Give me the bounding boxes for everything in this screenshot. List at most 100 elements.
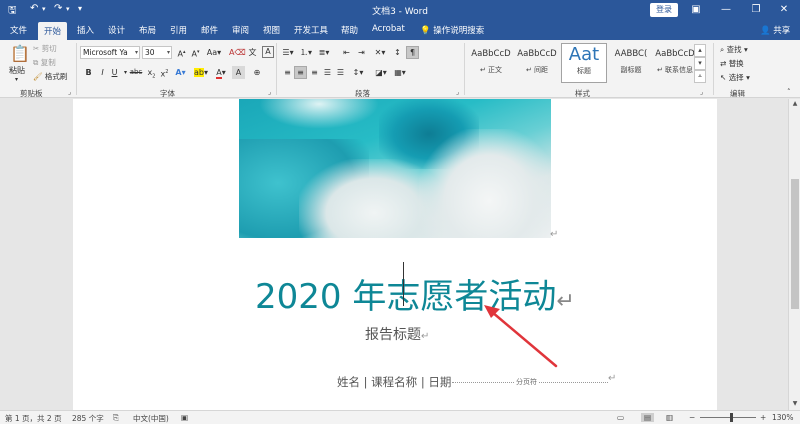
chinese-layout-icon[interactable]: ✕▾ (372, 46, 388, 59)
word-count[interactable]: 285 个字 (72, 413, 104, 424)
macro-record-icon[interactable]: ▣ (181, 413, 188, 422)
document-meta-line[interactable]: 姓名 | 课程名称 | 日期 (337, 374, 451, 390)
tab-design[interactable]: 设计 (108, 24, 125, 36)
change-case-icon[interactable]: Aa▾ (205, 46, 223, 59)
borders-icon[interactable]: ▦▾ (392, 66, 408, 79)
style-no-spacing[interactable]: AaBbCcD ↵ 间距 (514, 43, 560, 83)
align-right-icon[interactable]: ≡ (308, 66, 321, 79)
style-normal[interactable]: AaBbCcD ↵ 正文 (468, 43, 514, 83)
tab-home[interactable]: 开始 (38, 22, 68, 40)
zoom-slider[interactable] (700, 417, 756, 418)
web-layout-icon[interactable]: ▥ (666, 413, 673, 422)
tab-help[interactable]: 帮助 (341, 24, 358, 36)
zoom-level[interactable]: 130% (772, 413, 793, 422)
character-shading-icon[interactable]: A (232, 66, 245, 79)
align-left-icon[interactable]: ≡ (281, 66, 294, 79)
cover-image[interactable] (239, 99, 551, 238)
share-button[interactable]: 👤 共享 (760, 24, 790, 36)
vertical-scrollbar[interactable]: ▲ ▼ (788, 99, 800, 410)
gallery-scroll-down-icon[interactable]: ▾ (694, 57, 706, 70)
tell-me-search[interactable]: 💡 操作说明搜索 (420, 24, 484, 36)
proofing-icon[interactable]: ⎘ (113, 413, 119, 423)
text-effects-icon[interactable]: A▾ (174, 66, 187, 79)
paste-dropdown-icon[interactable]: ▾ (15, 76, 18, 83)
zoom-in-icon[interactable]: + (760, 413, 766, 422)
focus-mode-icon[interactable]: ▭ (617, 413, 624, 422)
styles-launcher-icon[interactable]: ⌟ (700, 88, 703, 96)
style-title[interactable]: Aat 标题 (561, 43, 607, 83)
gallery-scroll-up-icon[interactable]: ▴ (694, 44, 706, 57)
minimize-icon[interactable]: — (716, 2, 736, 18)
clear-formatting-icon[interactable]: A⌫ (229, 46, 246, 59)
bullets-icon[interactable]: ☰▾ (280, 46, 296, 59)
find-button[interactable]: ⌕ 查找 ▾ (720, 44, 748, 55)
character-border-icon[interactable]: A (262, 46, 274, 58)
document-page[interactable]: ↵ 2020 年志愿者活动↵ 报告标题↵ 姓名 | 课程名称 | 日期 分页符 … (73, 99, 717, 410)
numbering-icon[interactable]: ⒈▾ (298, 46, 314, 59)
redo-icon[interactable]: ↷ (54, 3, 62, 14)
save-icon[interactable]: 🖫 (8, 3, 17, 20)
login-button[interactable]: 登录 (650, 3, 678, 17)
font-name-combo[interactable]: Microsoft Ya ▾ (80, 46, 140, 59)
multilevel-list-icon[interactable]: ≣▾ (316, 46, 332, 59)
tab-insert[interactable]: 插入 (77, 24, 94, 36)
line-spacing-icon[interactable]: ↕▾ (350, 66, 366, 79)
replace-button[interactable]: ⇄ 替换 (720, 58, 744, 69)
show-formatting-marks-icon[interactable]: ¶ (406, 46, 419, 59)
shrink-font-icon[interactable]: A▾ (189, 46, 202, 59)
document-title[interactable]: 2020 年志愿者活动↵ (255, 269, 575, 318)
font-color-icon[interactable]: A▾ (212, 66, 230, 79)
clipboard-launcher-icon[interactable]: ⌟ (68, 88, 71, 96)
tab-mailings[interactable]: 邮件 (201, 24, 218, 36)
style-contact-info[interactable]: AaBbCcD ↵ 联系信息 (652, 43, 698, 83)
bold-icon[interactable]: B (82, 66, 95, 79)
format-painter-button[interactable]: 🖌 格式刷 (33, 71, 67, 82)
zoom-out-icon[interactable]: − (689, 413, 695, 422)
gallery-more-icon[interactable]: ⩡ (694, 70, 706, 83)
maximize-icon[interactable]: ❐ (746, 2, 766, 18)
scrollbar-thumb[interactable] (791, 179, 799, 309)
tab-file[interactable]: 文件 (10, 24, 27, 36)
justify-icon[interactable]: ☰ (321, 66, 334, 79)
scroll-up-icon[interactable]: ▲ (789, 99, 800, 109)
shading-icon[interactable]: ◪▾ (373, 66, 389, 79)
zoom-slider-thumb[interactable] (730, 413, 733, 422)
undo-dropdown-icon[interactable]: ▾ (42, 5, 46, 13)
tab-view[interactable]: 视图 (263, 24, 280, 36)
cut-button[interactable]: ✂ 剪切 (33, 43, 57, 54)
scroll-down-icon[interactable]: ▼ (789, 399, 800, 409)
font-size-combo[interactable]: 30 ▾ (142, 46, 172, 59)
grow-font-icon[interactable]: A▴ (175, 46, 188, 59)
align-center-icon[interactable]: ≡ (294, 66, 307, 79)
tab-developer[interactable]: 开发工具 (294, 24, 328, 36)
page-count[interactable]: 第 1 页，共 2 页 (5, 413, 62, 424)
print-layout-icon[interactable]: ▤ (641, 413, 655, 422)
ribbon-display-options-icon[interactable]: ▣ (686, 2, 706, 18)
distributed-icon[interactable]: ☰ (334, 66, 347, 79)
superscript-icon[interactable]: x2 (158, 66, 171, 79)
highlight-icon[interactable]: ab▾ (192, 66, 210, 79)
customize-quick-access-icon[interactable]: ▾ (78, 4, 82, 13)
phonetic-guide-icon[interactable]: 文 (246, 46, 259, 59)
paragraph-launcher-icon[interactable]: ⌟ (456, 88, 459, 96)
language-indicator[interactable]: 中文(中国) (133, 413, 169, 424)
style-subtitle[interactable]: AABBC( 副标题 (608, 43, 654, 83)
tab-references[interactable]: 引用 (170, 24, 187, 36)
undo-icon[interactable]: ↶ (30, 3, 38, 14)
close-icon[interactable]: ✕ (774, 2, 794, 18)
strikethrough-icon[interactable]: abc (128, 66, 144, 79)
tab-review[interactable]: 审阅 (232, 24, 249, 36)
tab-acrobat[interactable]: Acrobat (372, 24, 405, 34)
document-subtitle[interactable]: 报告标题↵ (365, 324, 429, 344)
select-button[interactable]: ↖ 选择 ▾ (720, 72, 750, 83)
redo-dropdown-icon[interactable]: ▾ (66, 5, 70, 13)
font-launcher-icon[interactable]: ⌟ (268, 88, 271, 96)
collapse-ribbon-icon[interactable]: ˄ (787, 88, 791, 96)
increase-indent-icon[interactable]: ⇥ (355, 46, 368, 59)
sort-icon[interactable]: ↕ (391, 46, 404, 59)
enclose-characters-icon[interactable]: ⊕ (248, 66, 266, 79)
copy-button[interactable]: ⧉ 复制 (33, 57, 56, 68)
tab-layout[interactable]: 布局 (139, 24, 156, 36)
decrease-indent-icon[interactable]: ⇤ (340, 46, 353, 59)
paste-icon[interactable]: 📋 (10, 44, 30, 63)
